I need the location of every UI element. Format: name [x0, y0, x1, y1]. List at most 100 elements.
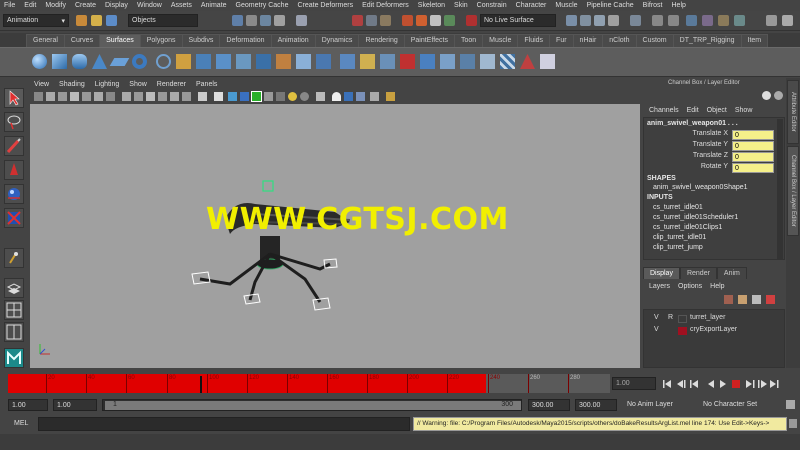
attr-field-translate-x[interactable]: 0 — [732, 130, 774, 140]
scale-icon[interactable] — [608, 15, 619, 26]
menu-display[interactable]: Display — [105, 2, 128, 9]
menu-bifrost[interactable]: Bifrost — [643, 2, 663, 9]
tab-animation[interactable]: Animation — [270, 34, 316, 47]
menu-help[interactable]: Help — [672, 2, 686, 9]
input-item[interactable]: clip_turret_jump — [653, 244, 703, 251]
field-chart-icon[interactable] — [134, 92, 143, 101]
layer-color-swatch[interactable] — [678, 315, 687, 323]
range-slider-handle[interactable]: 1 300 — [105, 401, 521, 410]
tab-dt-trp-rigging[interactable]: DT_TRP_Rigging — [672, 34, 742, 47]
animation-end-field[interactable]: 300.00 — [575, 399, 617, 411]
cb-menu-object[interactable]: Object — [707, 107, 727, 114]
selection-handle-icon[interactable] — [262, 180, 274, 192]
all-lights-icon[interactable] — [240, 92, 249, 101]
anim-layer-selector[interactable]: No Anim Layer — [624, 399, 696, 411]
nurbs-circle-icon[interactable] — [156, 54, 171, 69]
layer-row[interactable]: V R turret_layer — [646, 313, 784, 324]
save-scene-icon[interactable] — [106, 15, 117, 26]
tab-render[interactable]: Render — [679, 267, 717, 279]
input-item[interactable]: cs_turret_idle01 — [653, 204, 703, 211]
tab-ncloth[interactable]: nCloth — [602, 34, 637, 47]
stop-icon[interactable] — [732, 380, 740, 388]
layer-name[interactable]: cryExportLayer — [690, 326, 737, 333]
module-selector[interactable]: Animation ▾ — [3, 14, 69, 27]
tab-fluids[interactable]: Fluids — [517, 34, 551, 47]
menu-skeleton[interactable]: Skeleton — [418, 2, 445, 9]
trim-tool-icon[interactable] — [380, 54, 395, 69]
menu-edit-deformers[interactable]: Edit Deformers — [362, 2, 409, 9]
step-back-key-icon[interactable] — [677, 380, 686, 388]
live-surface-field[interactable]: No Live Surface — [480, 14, 556, 27]
shape-item[interactable]: anim_swivel_weapon0Shape1 — [653, 184, 748, 191]
attach-surfaces-icon[interactable] — [420, 54, 435, 69]
tab-dynamics[interactable]: Dynamics — [314, 34, 360, 47]
playback-start-field[interactable]: 1.00 — [53, 399, 97, 411]
channel-box-scrollbar[interactable] — [777, 119, 783, 259]
new-layer-selected-icon[interactable] — [738, 295, 747, 304]
menu-geometry-cache[interactable]: Geometry Cache — [236, 2, 289, 9]
tab-custom[interactable]: Custom — [635, 34, 674, 47]
open-close-icon[interactable] — [480, 54, 495, 69]
menu-file[interactable]: File — [4, 2, 15, 9]
birail-icon[interactable] — [256, 54, 271, 69]
transform-icon[interactable] — [580, 15, 591, 26]
tab-nhair[interactable]: nHair — [572, 34, 604, 47]
last-tool[interactable] — [4, 248, 24, 268]
tab-display[interactable]: Display — [643, 267, 680, 279]
xform-icon[interactable] — [566, 15, 577, 26]
align-surfaces-icon[interactable] — [460, 54, 475, 69]
menu-modify[interactable]: Modify — [45, 2, 66, 9]
depth-of-field-icon[interactable] — [316, 92, 325, 101]
tab-muscle[interactable]: Muscle — [482, 34, 519, 47]
go-to-end-icon[interactable] — [770, 380, 779, 388]
lasso-tool[interactable] — [4, 112, 24, 132]
menu-animate[interactable]: Animate — [201, 2, 227, 9]
motion-blur-icon[interactable] — [288, 92, 297, 101]
cb-menu-channels[interactable]: Channels — [649, 107, 679, 114]
tab-subdivs[interactable]: Subdivs — [181, 34, 221, 47]
nurbs-cylinder-icon[interactable] — [72, 54, 87, 69]
camera-attributes-icon[interactable] — [46, 92, 55, 101]
tab-rendering[interactable]: Rendering — [358, 34, 405, 47]
cb-menu-show[interactable]: Show — [735, 107, 753, 114]
bevel-icon[interactable] — [316, 54, 331, 69]
fillet-icon[interactable] — [520, 54, 535, 69]
attr-field-translate-y[interactable]: 0 — [732, 141, 774, 151]
anti-alias-icon[interactable] — [300, 92, 309, 101]
planar-icon[interactable] — [216, 54, 231, 69]
script-editor-icon[interactable] — [789, 419, 797, 428]
wireframe-icon[interactable] — [170, 92, 179, 101]
app-home-button[interactable] — [4, 348, 24, 368]
layer-color-swatch[interactable] — [678, 327, 687, 335]
layer-menu-layers[interactable]: Layers — [649, 283, 670, 290]
film-gate-icon[interactable] — [94, 92, 103, 101]
current-time-marker[interactable] — [200, 376, 202, 393]
resolution-gate-icon[interactable] — [106, 92, 115, 101]
sculpt-icon[interactable] — [686, 15, 697, 26]
layer-menu-help[interactable]: Help — [710, 283, 724, 290]
range-slider[interactable]: 1 300 — [102, 399, 522, 411]
layer-menu-options[interactable]: Options — [678, 283, 702, 290]
play-forward-icon[interactable] — [720, 380, 726, 388]
viewport-menu-panels[interactable]: Panels — [196, 81, 217, 88]
hypershade-icon[interactable] — [444, 15, 455, 26]
attr-field-translate-z[interactable]: 0 — [732, 152, 774, 162]
untrim-icon[interactable] — [400, 54, 415, 69]
show-manipulator-icon[interactable] — [630, 15, 641, 26]
menu-create-deformers[interactable]: Create Deformers — [297, 2, 353, 9]
attr-field-rotate-y[interactable]: 0 — [732, 163, 774, 173]
paint-select-tool[interactable] — [4, 136, 24, 156]
tab-channel-box-layer-editor[interactable]: Channel Box / Layer Editor — [787, 146, 799, 236]
symmetry-icon[interactable] — [668, 15, 679, 26]
uv-editor-icon[interactable] — [718, 15, 729, 26]
render-settings-icon[interactable] — [430, 15, 441, 26]
menu-window[interactable]: Window — [137, 2, 162, 9]
menu-pipeline-cache[interactable]: Pipeline Cache — [587, 2, 634, 9]
layer-visibility-toggle[interactable]: V — [654, 326, 659, 333]
animation-preferences-icon[interactable] — [786, 400, 795, 409]
snap-point-icon[interactable] — [260, 15, 271, 26]
render-frame-icon[interactable] — [402, 15, 413, 26]
menu-muscle[interactable]: Muscle — [555, 2, 577, 9]
menu-character[interactable]: Character — [516, 2, 547, 9]
input-output-icon[interactable] — [352, 15, 363, 26]
